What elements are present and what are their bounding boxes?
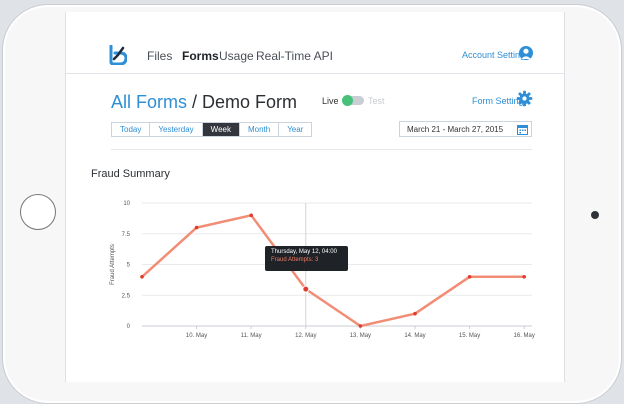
tooltip-value: Fraud Attempts: 3 [271, 257, 319, 263]
top-nav: Files Forms Usage Real-Time API Account … [66, 12, 564, 74]
x-tick-label: 11. May [241, 333, 262, 339]
calendar-icon[interactable] [517, 124, 528, 135]
range-week[interactable]: Week [202, 123, 240, 136]
form-name: Demo Form [202, 92, 298, 112]
y-tick-label: 7.5 [122, 232, 131, 238]
live-test-toggle[interactable] [342, 95, 364, 106]
nav-realtime-api[interactable]: Real-Time API [256, 49, 333, 63]
date-range-picker[interactable]: March 21 - March 27, 2015 [399, 121, 532, 137]
range-year[interactable]: Year [279, 123, 312, 136]
y-tick-label: 0 [127, 324, 131, 330]
x-tick-label: 14. May [404, 333, 425, 339]
data-point[interactable] [140, 275, 144, 279]
y-tick-label: 10 [123, 201, 130, 207]
divider [111, 149, 532, 150]
data-point[interactable] [194, 225, 199, 230]
date-range-value: March 21 - March 27, 2015 [407, 125, 504, 134]
nav-forms[interactable]: Forms [182, 49, 219, 63]
toggle-knob [342, 95, 353, 106]
nav-files[interactable]: Files [147, 49, 172, 63]
page-title: All Forms / Demo Form [111, 92, 297, 113]
nav-usage[interactable]: Usage [219, 49, 254, 63]
data-point[interactable] [522, 275, 526, 279]
range-yesterday[interactable]: Yesterday [150, 123, 203, 136]
y-tick-label: 5 [127, 263, 131, 269]
y-axis-label: Fraud Attempts [110, 244, 116, 285]
gear-icon[interactable] [516, 90, 533, 107]
x-tick-label: 15. May [459, 333, 480, 339]
test-label: Test [368, 96, 385, 106]
fraud-summary-title: Fraud Summary [91, 168, 170, 180]
y-tick-label: 2.5 [122, 293, 131, 299]
x-tick-label: 16. May [514, 333, 535, 339]
x-tick-label: 10. May [186, 333, 207, 339]
data-point[interactable] [302, 285, 310, 293]
chart-tooltip: Thursday, May 12, 04:00 Fraud Attempts: … [265, 246, 348, 271]
range-today[interactable]: Today [112, 123, 151, 136]
tooltip-date: Thursday, May 12, 04:00 [271, 249, 337, 255]
camera-dot [591, 211, 599, 219]
data-point[interactable] [467, 275, 472, 279]
live-label: Live [322, 96, 339, 106]
user-avatar-icon[interactable] [519, 46, 533, 60]
home-button[interactable] [20, 194, 56, 230]
x-tick-label: 12. May [295, 333, 316, 339]
data-point[interactable] [249, 213, 253, 218]
range-month[interactable]: Month [239, 123, 280, 136]
range-selector: Today Yesterday Week Month Year [111, 122, 313, 137]
brand-logo-icon[interactable] [109, 45, 127, 65]
data-point[interactable] [413, 311, 417, 316]
breadcrumb-all-forms[interactable]: All Forms [111, 92, 187, 112]
x-tick-label: 13. May [350, 333, 371, 339]
breadcrumb-separator: / [187, 92, 203, 112]
data-point[interactable] [358, 324, 363, 328]
app-screen: Files Forms Usage Real-Time API Account … [65, 12, 565, 382]
